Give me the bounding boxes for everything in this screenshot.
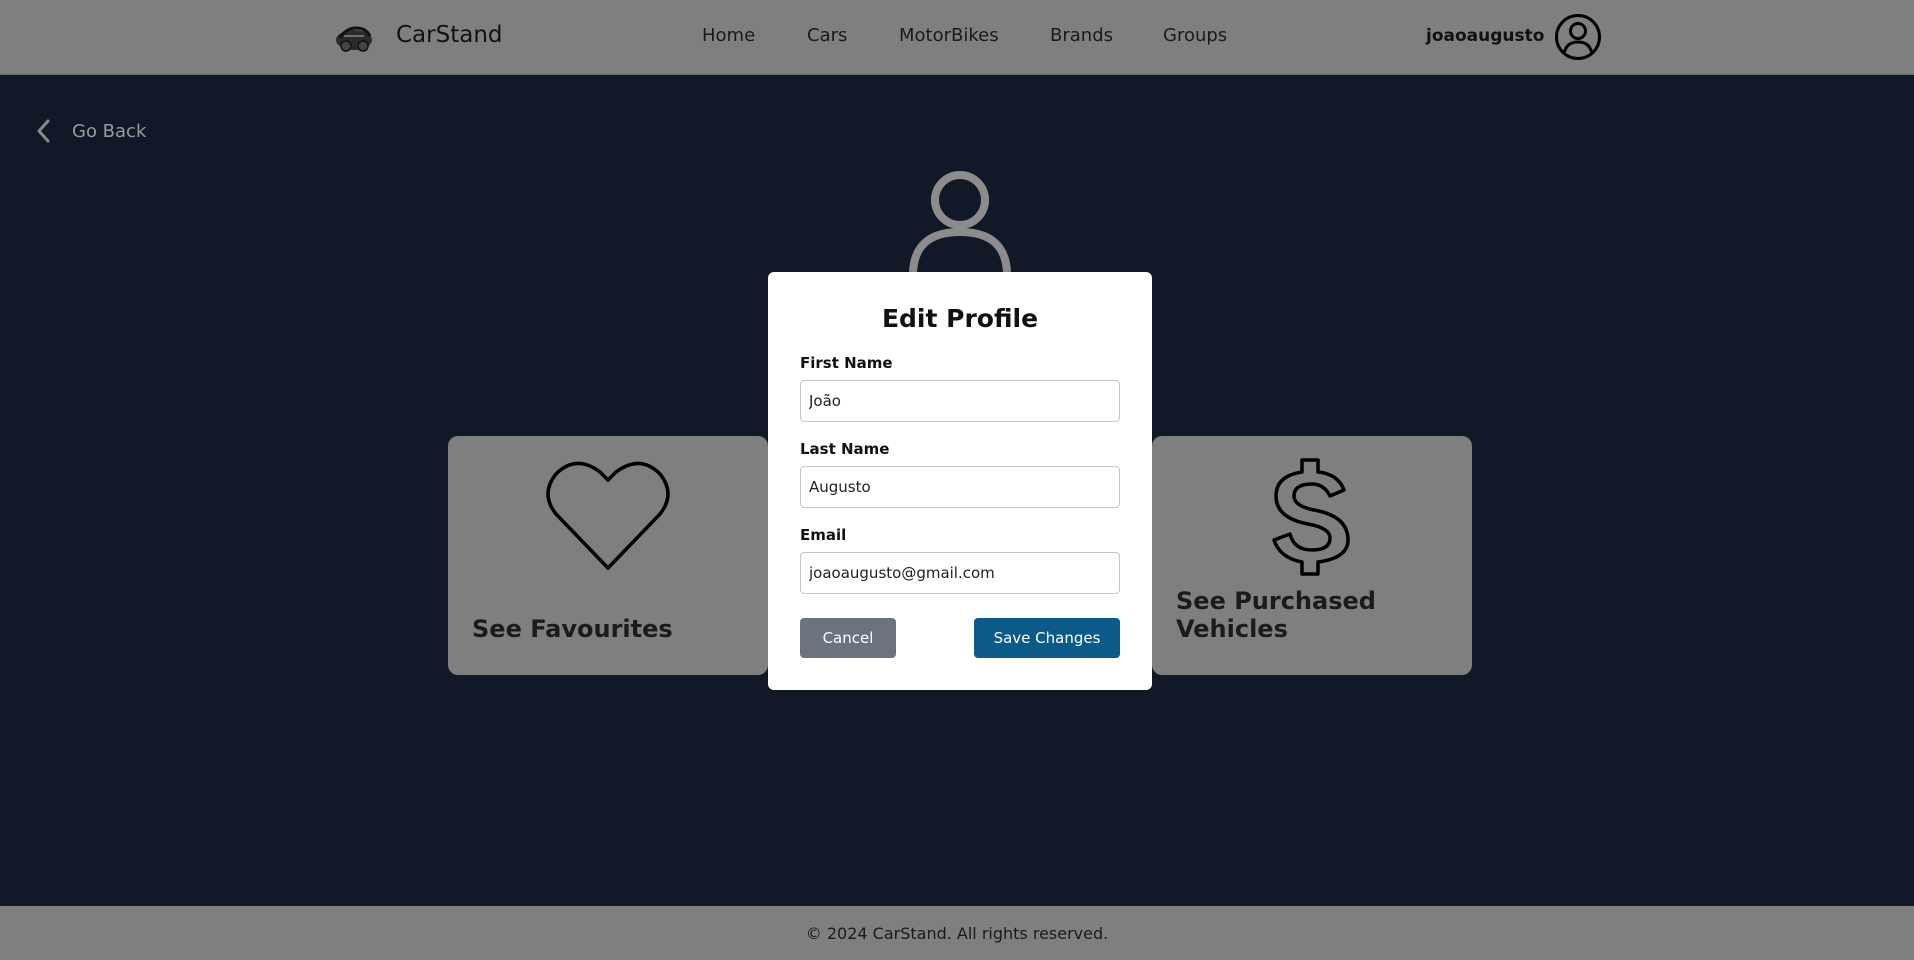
profile-avatar-icon [909, 171, 1011, 272]
go-back-label: Go Back [72, 120, 147, 142]
brand-name[interactable]: CarStand [396, 22, 503, 48]
favourites-card[interactable]: See Favourites [448, 436, 768, 675]
edit-profile-modal: Edit Profile First Name Last Name Email … [768, 272, 1152, 690]
purchased-vehicles-label: See Purchased Vehicles [1176, 587, 1376, 643]
cancel-button[interactable]: Cancel [800, 618, 896, 658]
dollar-icon [1272, 458, 1350, 576]
first-name-input[interactable] [800, 380, 1120, 422]
save-changes-button[interactable]: Save Changes [974, 618, 1120, 658]
heart-icon [546, 461, 670, 570]
first-name-label: First Name [800, 354, 893, 372]
footer: © 2024 CarStand. All rights reserved. [0, 906, 1914, 960]
modal-title: Edit Profile [881, 304, 1039, 333]
favourites-label: See Favourites [472, 615, 673, 643]
nav-cars[interactable]: Cars [807, 25, 847, 46]
chevron-left-icon [37, 119, 50, 143]
user-account-icon[interactable] [1554, 13, 1602, 61]
email-label: Email [800, 526, 847, 544]
nav-home[interactable]: Home [702, 25, 755, 46]
last-name-input[interactable] [800, 466, 1120, 508]
username[interactable]: joaoaugusto [1426, 26, 1544, 46]
car-logo-icon[interactable] [334, 22, 374, 54]
purchased-vehicles-card[interactable]: See Purchased Vehicles [1152, 436, 1472, 675]
last-name-label: Last Name [800, 440, 890, 458]
copyright-text: © 2024 CarStand. All rights reserved. [805, 924, 1109, 943]
nav-brands[interactable]: Brands [1050, 25, 1113, 46]
top-navbar: CarStand Home Cars MotorBikes Brands Gro… [0, 0, 1914, 75]
go-back-link[interactable]: Go Back [34, 116, 146, 146]
nav-groups[interactable]: Groups [1163, 25, 1227, 46]
nav-motorbikes[interactable]: MotorBikes [899, 25, 999, 46]
email-input[interactable] [800, 552, 1120, 594]
